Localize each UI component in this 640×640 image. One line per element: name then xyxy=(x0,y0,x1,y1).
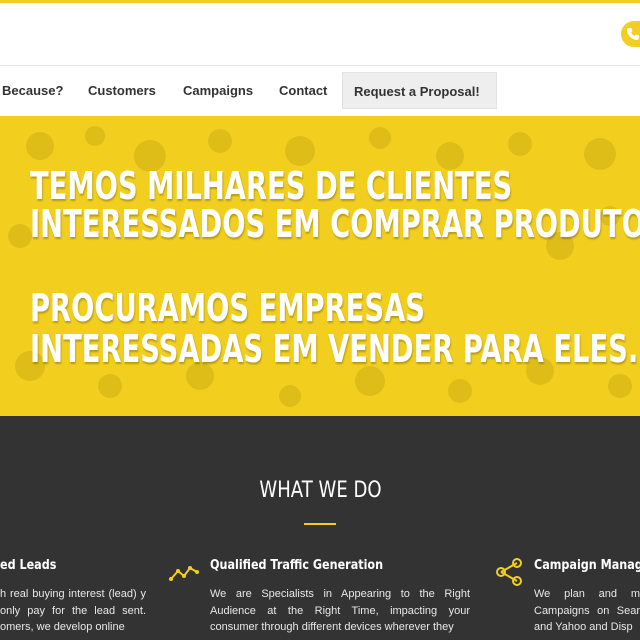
title-underline xyxy=(304,523,336,525)
trend-line-icon xyxy=(169,566,199,581)
share-nodes-icon xyxy=(496,558,522,586)
nav-item-campaigns[interactable]: Campaigns xyxy=(183,83,253,98)
nav-item-because[interactable]: Because? xyxy=(2,83,63,98)
what-we-do-title: WHAT WE DO xyxy=(258,478,382,503)
service-title-traffic: Qualified Traffic Generation xyxy=(210,558,384,573)
main-nav: Because? Customers Campaigns Contact Req… xyxy=(0,65,640,116)
phone-button[interactable] xyxy=(621,21,640,47)
service-text-leads: h real buying interest (lead) y only pay… xyxy=(0,588,146,633)
hero-banner: TEMOS MILHARES DE CLIENTES INTERESSADOS … xyxy=(0,116,640,416)
hero-line-2: INTERESSADOS EM COMPRAR PRODUTOS xyxy=(30,202,640,246)
nav-item-customers[interactable]: Customers xyxy=(88,83,156,98)
service-text-campaign: We plan and m Campaigns on Sear and Yaho… xyxy=(534,588,640,633)
header-bar xyxy=(0,3,640,65)
request-proposal-label: Request a Proposal! xyxy=(354,84,480,99)
service-title-campaign: Campaign Managem xyxy=(534,558,640,573)
request-proposal-button[interactable]: Request a Proposal! xyxy=(342,72,497,109)
hero-line-4: INTERESSADAS EM VENDER PARA ELES. xyxy=(30,327,639,371)
service-text-traffic: We are Specialists in Appearing to the R… xyxy=(210,588,470,633)
hero-line-3: PROCURAMOS EMPRESAS xyxy=(30,286,425,330)
what-we-do-section: WHAT WE DO ed Leads h real buying intere… xyxy=(0,416,640,640)
service-title-leads: ed Leads xyxy=(0,558,57,573)
phone-icon xyxy=(627,28,639,40)
crowd-background-texture xyxy=(8,126,632,407)
hero-line-1: TEMOS MILHARES DE CLIENTES xyxy=(30,164,513,208)
nav-item-contact[interactable]: Contact xyxy=(279,83,327,98)
